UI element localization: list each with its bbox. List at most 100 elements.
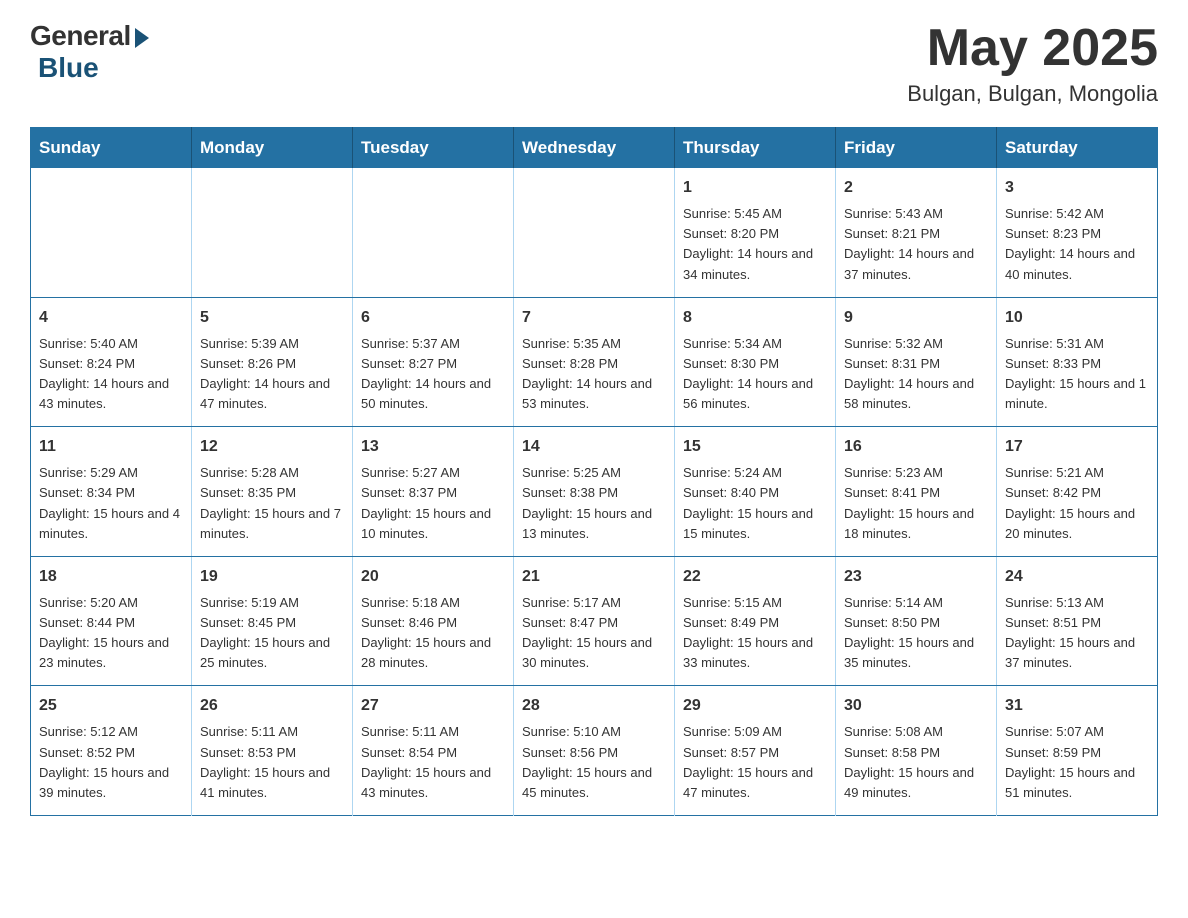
day-info: Sunrise: 5:37 AM Sunset: 8:27 PM Dayligh… (361, 334, 505, 415)
day-info: Sunrise: 5:10 AM Sunset: 8:56 PM Dayligh… (522, 722, 666, 803)
day-info: Sunrise: 5:12 AM Sunset: 8:52 PM Dayligh… (39, 722, 183, 803)
day-number: 16 (844, 435, 988, 459)
calendar-day-13: 13 Sunrise: 5:27 AM Sunset: 8:37 PM Dayli… (353, 427, 514, 557)
day-number: 24 (1005, 565, 1149, 589)
day-number: 19 (200, 565, 344, 589)
day-info: Sunrise: 5:11 AM Sunset: 8:54 PM Dayligh… (361, 722, 505, 803)
month-title: May 2025 (907, 20, 1158, 77)
day-number: 13 (361, 435, 505, 459)
calendar-week-row: 1Sunrise: 5:45 AM Sunset: 8:20 PM Daylig… (31, 168, 1158, 297)
calendar-week-row: 18Sunrise: 5:20 AM Sunset: 8:44 PM Dayli… (31, 556, 1158, 686)
day-info: Sunrise: 5:35 AM Sunset: 8:28 PM Dayligh… (522, 334, 666, 415)
day-number: 28 (522, 694, 666, 718)
day-number: 9 (844, 306, 988, 330)
calendar-day-7: 7 Sunrise: 5:35 AM Sunset: 8:28 PM Daylig… (514, 297, 675, 427)
day-number: 4 (39, 306, 183, 330)
day-info: Sunrise: 5:27 AM Sunset: 8:37 PM Dayligh… (361, 463, 505, 544)
weekday-header-thursday: Thursday (675, 128, 836, 169)
day-info: Sunrise: 5:14 AM Sunset: 8:50 PM Dayligh… (844, 593, 988, 674)
day-number: 23 (844, 565, 988, 589)
day-info: Sunrise: 5:17 AM Sunset: 8:47 PM Dayligh… (522, 593, 666, 674)
calendar-day-18: 18Sunrise: 5:20 AM Sunset: 8:44 PM Dayli… (31, 556, 192, 686)
page-header: General Blue May 2025 Bulgan, Bulgan, Mo… (30, 20, 1158, 107)
logo-arrow-icon (135, 28, 149, 48)
calendar-day-5: 5 Sunrise: 5:39 AM Sunset: 8:26 PM Daylig… (192, 297, 353, 427)
day-number: 27 (361, 694, 505, 718)
empty-cell (192, 168, 353, 297)
day-info: Sunrise: 5:09 AM Sunset: 8:57 PM Dayligh… (683, 722, 827, 803)
calendar-day-23: 23 Sunrise: 5:14 AM Sunset: 8:50 PM Dayli… (836, 556, 997, 686)
empty-cell (353, 168, 514, 297)
day-number: 12 (200, 435, 344, 459)
day-info: Sunrise: 5:20 AM Sunset: 8:44 PM Dayligh… (39, 593, 183, 674)
day-info: Sunrise: 5:24 AM Sunset: 8:40 PM Dayligh… (683, 463, 827, 544)
day-info: Sunrise: 5:31 AM Sunset: 8:33 PM Dayligh… (1005, 334, 1149, 415)
calendar-day-10: 10Sunrise: 5:31 AM Sunset: 8:33 PM Dayli… (997, 297, 1158, 427)
calendar-week-row: 11 Sunrise: 5:29 AM Sunset: 8:34 PM Dayli… (31, 427, 1158, 557)
calendar-header-row: SundayMondayTuesdayWednesdayThursdayFrid… (31, 128, 1158, 169)
calendar-day-12: 12 Sunrise: 5:28 AM Sunset: 8:35 PM Dayli… (192, 427, 353, 557)
empty-cell (31, 168, 192, 297)
calendar-day-1: 1Sunrise: 5:45 AM Sunset: 8:20 PM Daylig… (675, 168, 836, 297)
day-number: 21 (522, 565, 666, 589)
calendar-day-21: 21 Sunrise: 5:17 AM Sunset: 8:47 PM Dayli… (514, 556, 675, 686)
day-number: 25 (39, 694, 183, 718)
day-number: 30 (844, 694, 988, 718)
day-info: Sunrise: 5:42 AM Sunset: 8:23 PM Dayligh… (1005, 204, 1149, 285)
title-section: May 2025 Bulgan, Bulgan, Mongolia (907, 20, 1158, 107)
calendar-day-30: 30Sunrise: 5:08 AM Sunset: 8:58 PM Dayli… (836, 686, 997, 816)
calendar-day-6: 6Sunrise: 5:37 AM Sunset: 8:27 PM Daylig… (353, 297, 514, 427)
calendar-day-9: 9 Sunrise: 5:32 AM Sunset: 8:31 PM Daylig… (836, 297, 997, 427)
calendar-day-26: 26Sunrise: 5:11 AM Sunset: 8:53 PM Dayli… (192, 686, 353, 816)
logo-general-text: General (30, 20, 131, 52)
calendar-day-4: 4 Sunrise: 5:40 AM Sunset: 8:24 PM Daylig… (31, 297, 192, 427)
calendar-day-15: 15Sunrise: 5:24 AM Sunset: 8:40 PM Dayli… (675, 427, 836, 557)
calendar-day-24: 24Sunrise: 5:13 AM Sunset: 8:51 PM Dayli… (997, 556, 1158, 686)
day-number: 11 (39, 435, 183, 459)
day-info: Sunrise: 5:43 AM Sunset: 8:21 PM Dayligh… (844, 204, 988, 285)
day-number: 17 (1005, 435, 1149, 459)
calendar-day-14: 14 Sunrise: 5:25 AM Sunset: 8:38 PM Dayli… (514, 427, 675, 557)
day-info: Sunrise: 5:32 AM Sunset: 8:31 PM Dayligh… (844, 334, 988, 415)
calendar-week-row: 4 Sunrise: 5:40 AM Sunset: 8:24 PM Daylig… (31, 297, 1158, 427)
logo-blue-text: Blue (38, 52, 99, 84)
day-number: 29 (683, 694, 827, 718)
location-title: Bulgan, Bulgan, Mongolia (907, 81, 1158, 107)
day-info: Sunrise: 5:18 AM Sunset: 8:46 PM Dayligh… (361, 593, 505, 674)
weekday-header-monday: Monday (192, 128, 353, 169)
day-info: Sunrise: 5:28 AM Sunset: 8:35 PM Dayligh… (200, 463, 344, 544)
weekday-header-sunday: Sunday (31, 128, 192, 169)
calendar-day-31: 31Sunrise: 5:07 AM Sunset: 8:59 PM Dayli… (997, 686, 1158, 816)
calendar-day-22: 22Sunrise: 5:15 AM Sunset: 8:49 PM Dayli… (675, 556, 836, 686)
day-info: Sunrise: 5:07 AM Sunset: 8:59 PM Dayligh… (1005, 722, 1149, 803)
day-info: Sunrise: 5:29 AM Sunset: 8:34 PM Dayligh… (39, 463, 183, 544)
calendar-day-17: 17 Sunrise: 5:21 AM Sunset: 8:42 PM Dayli… (997, 427, 1158, 557)
day-info: Sunrise: 5:19 AM Sunset: 8:45 PM Dayligh… (200, 593, 344, 674)
day-number: 2 (844, 176, 988, 200)
calendar-day-20: 20 Sunrise: 5:18 AM Sunset: 8:46 PM Dayli… (353, 556, 514, 686)
calendar-day-16: 16 Sunrise: 5:23 AM Sunset: 8:41 PM Dayli… (836, 427, 997, 557)
day-info: Sunrise: 5:23 AM Sunset: 8:41 PM Dayligh… (844, 463, 988, 544)
calendar-day-27: 27 Sunrise: 5:11 AM Sunset: 8:54 PM Dayli… (353, 686, 514, 816)
calendar-day-3: 3 Sunrise: 5:42 AM Sunset: 8:23 PM Daylig… (997, 168, 1158, 297)
calendar-table: SundayMondayTuesdayWednesdayThursdayFrid… (30, 127, 1158, 816)
day-number: 26 (200, 694, 344, 718)
day-info: Sunrise: 5:15 AM Sunset: 8:49 PM Dayligh… (683, 593, 827, 674)
day-info: Sunrise: 5:25 AM Sunset: 8:38 PM Dayligh… (522, 463, 666, 544)
day-info: Sunrise: 5:39 AM Sunset: 8:26 PM Dayligh… (200, 334, 344, 415)
day-number: 3 (1005, 176, 1149, 200)
calendar-day-2: 2 Sunrise: 5:43 AM Sunset: 8:21 PM Daylig… (836, 168, 997, 297)
day-number: 14 (522, 435, 666, 459)
day-number: 5 (200, 306, 344, 330)
calendar-day-28: 28 Sunrise: 5:10 AM Sunset: 8:56 PM Dayli… (514, 686, 675, 816)
day-info: Sunrise: 5:40 AM Sunset: 8:24 PM Dayligh… (39, 334, 183, 415)
calendar-day-8: 8Sunrise: 5:34 AM Sunset: 8:30 PM Daylig… (675, 297, 836, 427)
weekday-header-tuesday: Tuesday (353, 128, 514, 169)
calendar-day-11: 11 Sunrise: 5:29 AM Sunset: 8:34 PM Dayli… (31, 427, 192, 557)
day-number: 20 (361, 565, 505, 589)
calendar-day-25: 25 Sunrise: 5:12 AM Sunset: 8:52 PM Dayli… (31, 686, 192, 816)
day-number: 7 (522, 306, 666, 330)
calendar-day-29: 29 Sunrise: 5:09 AM Sunset: 8:57 PM Dayli… (675, 686, 836, 816)
weekday-header-saturday: Saturday (997, 128, 1158, 169)
day-info: Sunrise: 5:21 AM Sunset: 8:42 PM Dayligh… (1005, 463, 1149, 544)
